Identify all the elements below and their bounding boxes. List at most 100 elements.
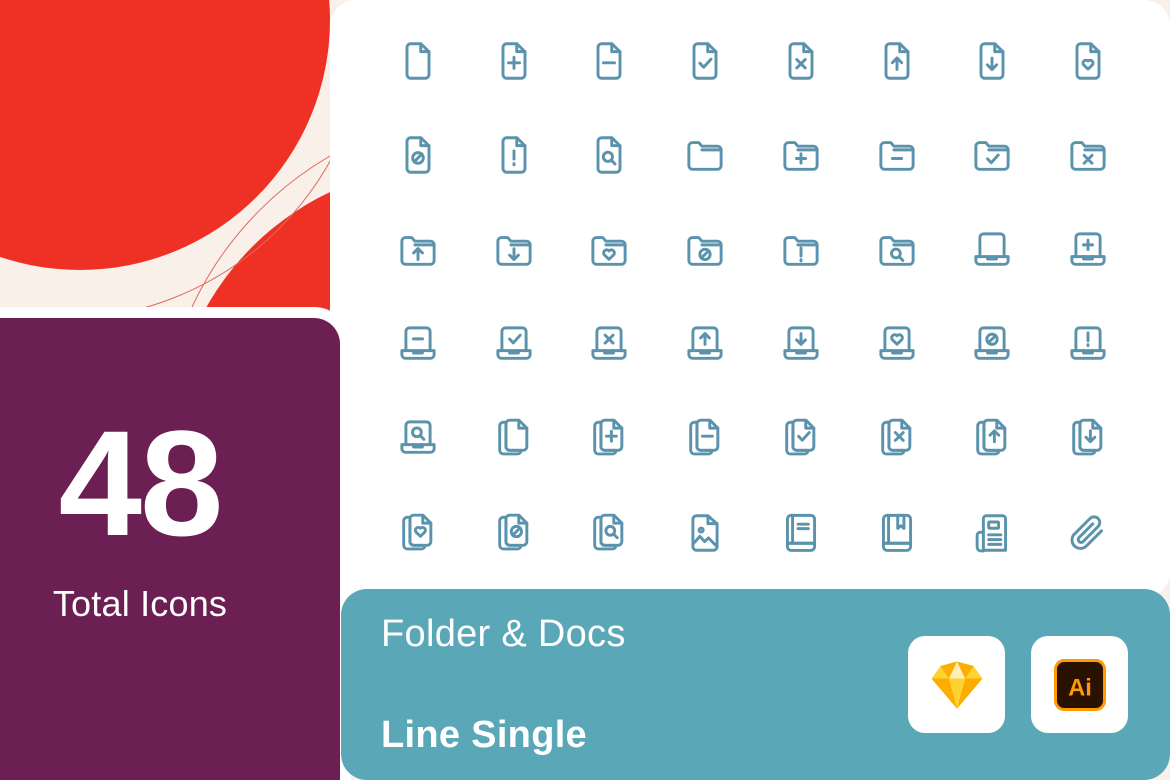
icon-cell[interactable] xyxy=(945,297,1041,391)
archive-minus-icon xyxy=(400,326,436,360)
total-icons-label: Total Icons xyxy=(52,582,228,624)
icon-set-preview: 48 Total Icons Folder & Docs Line Single… xyxy=(0,0,1170,780)
icon-cell[interactable] xyxy=(753,203,849,297)
icon-cell[interactable] xyxy=(657,297,753,391)
icon-cell[interactable] xyxy=(466,203,562,297)
icon-cell[interactable] xyxy=(753,14,849,108)
icon-cell[interactable] xyxy=(370,297,466,391)
icon-cell[interactable] xyxy=(466,391,562,485)
folder-heart-icon xyxy=(591,235,627,266)
files-heart-icon xyxy=(402,513,433,551)
folder-x-icon xyxy=(1070,141,1106,172)
folder-alert-icon xyxy=(783,235,819,266)
icon-cell[interactable] xyxy=(1040,14,1136,108)
icon-cell[interactable] xyxy=(753,486,849,580)
icon-cell[interactable] xyxy=(370,391,466,485)
archive-plus-icon xyxy=(1070,232,1106,266)
icon-cell[interactable] xyxy=(945,391,1041,485)
icon-cell[interactable] xyxy=(849,108,945,202)
icon-cell[interactable] xyxy=(562,297,658,391)
icon-cell[interactable] xyxy=(849,203,945,297)
icon-cell[interactable] xyxy=(466,14,562,108)
file-block-icon xyxy=(405,136,431,175)
icon-cell[interactable] xyxy=(370,203,466,297)
icon-cell[interactable] xyxy=(1040,486,1136,580)
icon-cell[interactable] xyxy=(849,486,945,580)
icon-cell[interactable] xyxy=(753,391,849,485)
icon-cell[interactable] xyxy=(657,391,753,485)
folder-upload-icon xyxy=(400,235,436,266)
icon-cell[interactable] xyxy=(945,14,1041,108)
folder-plus-icon xyxy=(783,141,819,172)
total-icons-card: 48 Total Icons xyxy=(0,318,340,780)
icon-cell[interactable] xyxy=(657,486,753,580)
icon-cell[interactable] xyxy=(657,108,753,202)
file-download-icon xyxy=(979,42,1005,80)
icon-set-title-line2: Line Single xyxy=(381,713,587,756)
files-x-icon xyxy=(880,419,911,456)
book-icon xyxy=(785,513,816,552)
archive-search-icon xyxy=(400,420,436,455)
paperclip-icon xyxy=(1070,515,1104,550)
folder-search-icon xyxy=(879,235,915,266)
icon-cell[interactable] xyxy=(1040,108,1136,202)
files-download-icon xyxy=(1072,419,1103,456)
files-upload-icon xyxy=(976,419,1007,456)
icon-cell[interactable] xyxy=(1040,297,1136,391)
icon-cell[interactable] xyxy=(562,108,658,202)
total-icons-count: 48 xyxy=(58,399,224,567)
icon-cell[interactable] xyxy=(945,486,1041,580)
archive-download-icon xyxy=(783,326,819,360)
file-icon xyxy=(405,42,431,80)
file-alert-icon xyxy=(501,136,527,175)
icon-cell[interactable] xyxy=(753,108,849,202)
icon-cell[interactable] xyxy=(562,391,658,485)
icon-cell[interactable] xyxy=(657,14,753,108)
files-check-icon xyxy=(785,419,816,456)
archive-check-icon xyxy=(496,326,532,360)
archive-upload-icon xyxy=(687,326,723,360)
icon-cell[interactable] xyxy=(1040,391,1136,485)
file-plus-icon xyxy=(501,42,527,80)
illustrator-ai-icon: Ai xyxy=(1053,658,1106,711)
folder-icon xyxy=(687,141,723,172)
icon-cell[interactable] xyxy=(466,108,562,202)
icon-cell[interactable] xyxy=(1040,203,1136,297)
file-search-icon xyxy=(596,136,622,175)
files-copy-icon xyxy=(497,419,528,456)
app-badges: Ai xyxy=(908,636,1128,733)
bookmark-book-icon xyxy=(881,513,912,552)
icon-cell[interactable] xyxy=(849,297,945,391)
archive-heart-icon xyxy=(879,326,915,360)
icon-cell[interactable] xyxy=(562,14,658,108)
files-block-icon xyxy=(497,513,528,551)
icon-grid xyxy=(370,14,1136,580)
archive-block-icon xyxy=(974,326,1010,360)
icon-cell[interactable] xyxy=(849,391,945,485)
icon-cell[interactable] xyxy=(753,297,849,391)
icon-set-title-line1: Folder & Docs xyxy=(381,613,626,656)
icon-cell[interactable] xyxy=(562,203,658,297)
folder-download-icon xyxy=(496,235,532,266)
sketch-app-badge[interactable] xyxy=(908,636,1005,733)
icon-cell[interactable] xyxy=(945,203,1041,297)
icon-sheet xyxy=(330,0,1170,598)
archive-alert-icon xyxy=(1070,326,1106,360)
icon-cell[interactable] xyxy=(657,203,753,297)
icon-cell[interactable] xyxy=(945,108,1041,202)
footer-panel: Folder & Docs Line Single Ai xyxy=(341,589,1170,780)
sketch-diamond-icon xyxy=(931,660,982,709)
files-search-icon xyxy=(593,513,624,551)
folder-block-icon xyxy=(687,235,723,266)
icon-cell[interactable] xyxy=(849,14,945,108)
svg-text:Ai: Ai xyxy=(1068,675,1092,701)
icon-cell[interactable] xyxy=(466,297,562,391)
icon-cell[interactable] xyxy=(370,108,466,202)
file-minus-icon xyxy=(596,42,622,80)
folder-check-icon xyxy=(974,141,1010,172)
files-minus-icon xyxy=(689,419,720,456)
icon-cell[interactable] xyxy=(370,14,466,108)
icon-set-title: Folder & Docs Line Single xyxy=(381,559,626,780)
illustrator-app-badge[interactable]: Ai xyxy=(1031,636,1128,733)
file-upload-icon xyxy=(884,42,910,80)
